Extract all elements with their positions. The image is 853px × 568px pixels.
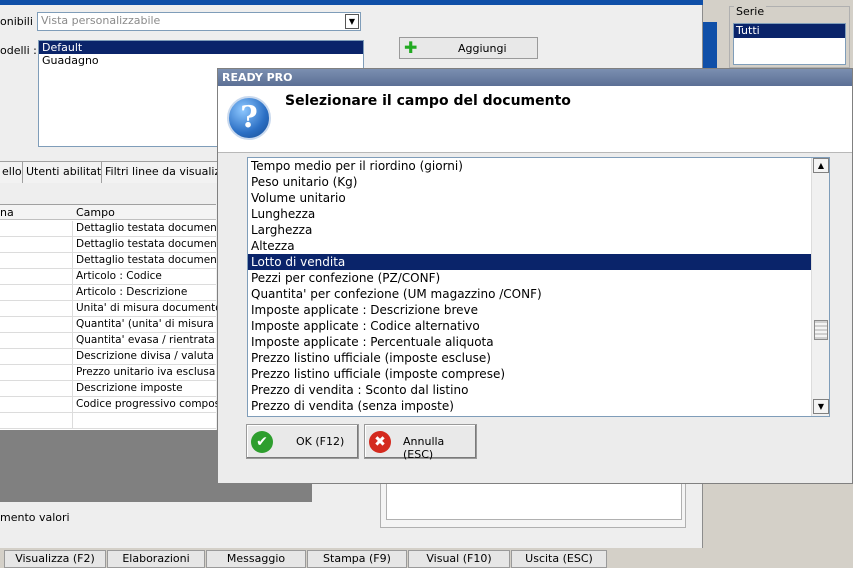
available-combo-value: Vista personalizzabile (41, 14, 161, 27)
bottom-label: mento valori (0, 511, 70, 524)
table-row[interactable]: Dettaglio testata documento (0, 221, 227, 237)
table-cell (0, 365, 73, 381)
grid-header: na Campo (0, 205, 216, 220)
table-row[interactable]: Prezzo unitario iva esclusa (0, 365, 216, 381)
table-cell: Quantita' evasa / rientrata (76, 334, 215, 346)
list-item[interactable]: Imposte applicate : Codice alternativo (248, 318, 811, 334)
chevron-down-icon[interactable]: ▼ (345, 14, 359, 29)
add-button-label: Aggiungi (458, 42, 507, 55)
table-cell: Descrizione divisa / valuta (76, 350, 214, 362)
right-panel-inner (386, 478, 682, 520)
blue-edge (703, 22, 717, 68)
cancel-button-label: Annulla (ESC) (403, 435, 445, 461)
scroll-up-icon[interactable]: ▲ (813, 158, 829, 173)
grid-header-col2: Campo (76, 206, 115, 219)
table-row[interactable]: Dettaglio testata documento (0, 237, 227, 253)
table-cell (0, 317, 73, 333)
print-button[interactable]: Stampa (F9) (307, 550, 407, 568)
close-icon: ✖ (369, 431, 391, 453)
table-cell (0, 237, 73, 253)
table-cell (0, 333, 73, 349)
list-item[interactable]: Peso unitario (Kg) (248, 174, 811, 190)
ok-button[interactable]: ✔ OK (F12) (246, 424, 359, 459)
table-cell (0, 221, 73, 237)
table-cell (0, 413, 73, 429)
list-item[interactable]: Altezza (248, 238, 811, 254)
list-item[interactable]: Quantita' per confezione (UM magazzino /… (248, 286, 811, 302)
models-label: odelli : (0, 44, 37, 57)
list-item[interactable]: Imposte applicate : Descrizione breve (248, 302, 811, 318)
available-combo[interactable]: Vista personalizzabile ▼ (37, 12, 361, 31)
tab-bar: ello Utenti abilitati Filtri linee da vi… (0, 161, 242, 183)
table-cell: Unita' di misura documento (76, 302, 222, 314)
list-item[interactable]: Prezzo di vendita : Sconto dal listino (248, 382, 811, 398)
table-row[interactable] (0, 413, 216, 429)
table-cell: Dettaglio testata documento (76, 222, 228, 234)
list-item[interactable]: Larghezza (248, 222, 811, 238)
table-cell: Descrizione imposte (76, 382, 183, 394)
background-titlebar (0, 0, 703, 5)
table-row[interactable]: Descrizione imposte (0, 381, 216, 397)
serie-list[interactable]: Tutti (733, 23, 846, 65)
table-cell (0, 269, 73, 285)
field-listbox[interactable]: Tempo medio per il riordino (giorni) Peso… (247, 157, 830, 417)
table-cell: Prezzo unitario iva esclusa (76, 366, 216, 378)
table-cell (0, 285, 73, 301)
table-cell: Articolo : Codice (76, 270, 162, 282)
table-cell: Dettaglio testata documento (76, 238, 228, 250)
dialog-heading: Selezionare il campo del documento (285, 93, 571, 109)
visual-button[interactable]: Visual (F10) (408, 550, 510, 568)
list-item[interactable]: Prezzo listino ufficiale (imposte esclus… (248, 350, 811, 366)
view-button[interactable]: Visualizza (F2) (4, 550, 106, 568)
models-list-item[interactable]: Guadagno (39, 54, 363, 67)
table-row[interactable]: Unita' di misura documento (0, 301, 222, 317)
dialog-title: READY PRO (218, 69, 852, 86)
table-cell (0, 349, 73, 365)
select-field-dialog: READY PRO ? Selezionare il campo del doc… (217, 68, 853, 484)
available-label: onibili : (0, 15, 41, 28)
table-row[interactable]: Quantita' evasa / rientrata (0, 333, 216, 349)
list-item[interactable]: Volume unitario (248, 190, 811, 206)
list-item[interactable]: Imposte applicate : Percentuale aliquota (248, 334, 811, 350)
processing-button[interactable]: Elaborazioni (107, 550, 205, 568)
table-row[interactable]: Dettaglio testata documento (0, 253, 227, 269)
table-row[interactable]: Articolo : Descrizione (0, 285, 216, 301)
plus-icon: ✚ (404, 38, 418, 57)
table-cell: Dettaglio testata documento (76, 254, 228, 266)
table-row[interactable]: Codice progressivo composizi (0, 397, 231, 413)
list-item[interactable]: Prezzo listino ufficiale (imposte compre… (248, 366, 811, 382)
fields-grid: na Campo Dettaglio testata documento Dett… (0, 204, 236, 430)
list-item[interactable]: Lunghezza (248, 206, 811, 222)
add-button[interactable]: ✚ Aggiungi (399, 37, 538, 59)
ok-button-label: OK (F12) (296, 435, 345, 448)
serie-list-item[interactable]: Tutti (734, 24, 845, 38)
list-item[interactable]: Prezzo di vendita (senza imposte) (248, 398, 811, 414)
check-icon: ✔ (251, 431, 273, 453)
list-item[interactable]: Pezzi per confezione (PZ/CONF) (248, 270, 811, 286)
list-item[interactable]: Tempo medio per il riordino (giorni) (248, 158, 811, 174)
table-cell (0, 253, 73, 269)
scroll-thumb[interactable] (814, 320, 828, 340)
table-cell: Codice progressivo composizi (76, 398, 232, 410)
cancel-button[interactable]: ✖ Annulla (ESC) (364, 424, 477, 461)
table-row[interactable]: Quantita' (unita' di misura doc (0, 317, 236, 333)
vertical-scrollbar[interactable]: ▲ ▼ (811, 158, 829, 416)
message-button[interactable]: Messaggio (206, 550, 306, 568)
table-cell: Quantita' (unita' di misura doc (76, 318, 237, 330)
table-row[interactable]: Articolo : Codice (0, 269, 216, 285)
serie-title: Serie (734, 5, 767, 18)
table-cell (0, 301, 73, 317)
exit-button[interactable]: Uscita (ESC) (511, 550, 607, 568)
grid-header-col1: na (0, 206, 14, 219)
scroll-down-icon[interactable]: ▼ (813, 399, 829, 414)
table-cell: Articolo : Descrizione (76, 286, 188, 298)
question-icon: ? (227, 96, 271, 140)
tab-enabled-users[interactable]: Utenti abilitati (22, 161, 109, 183)
table-cell (0, 397, 73, 413)
list-item[interactable]: Lotto di vendita (248, 254, 811, 270)
table-cell (0, 381, 73, 397)
models-list-item[interactable]: Default (39, 41, 363, 54)
table-row[interactable]: Descrizione divisa / valuta (0, 349, 216, 365)
